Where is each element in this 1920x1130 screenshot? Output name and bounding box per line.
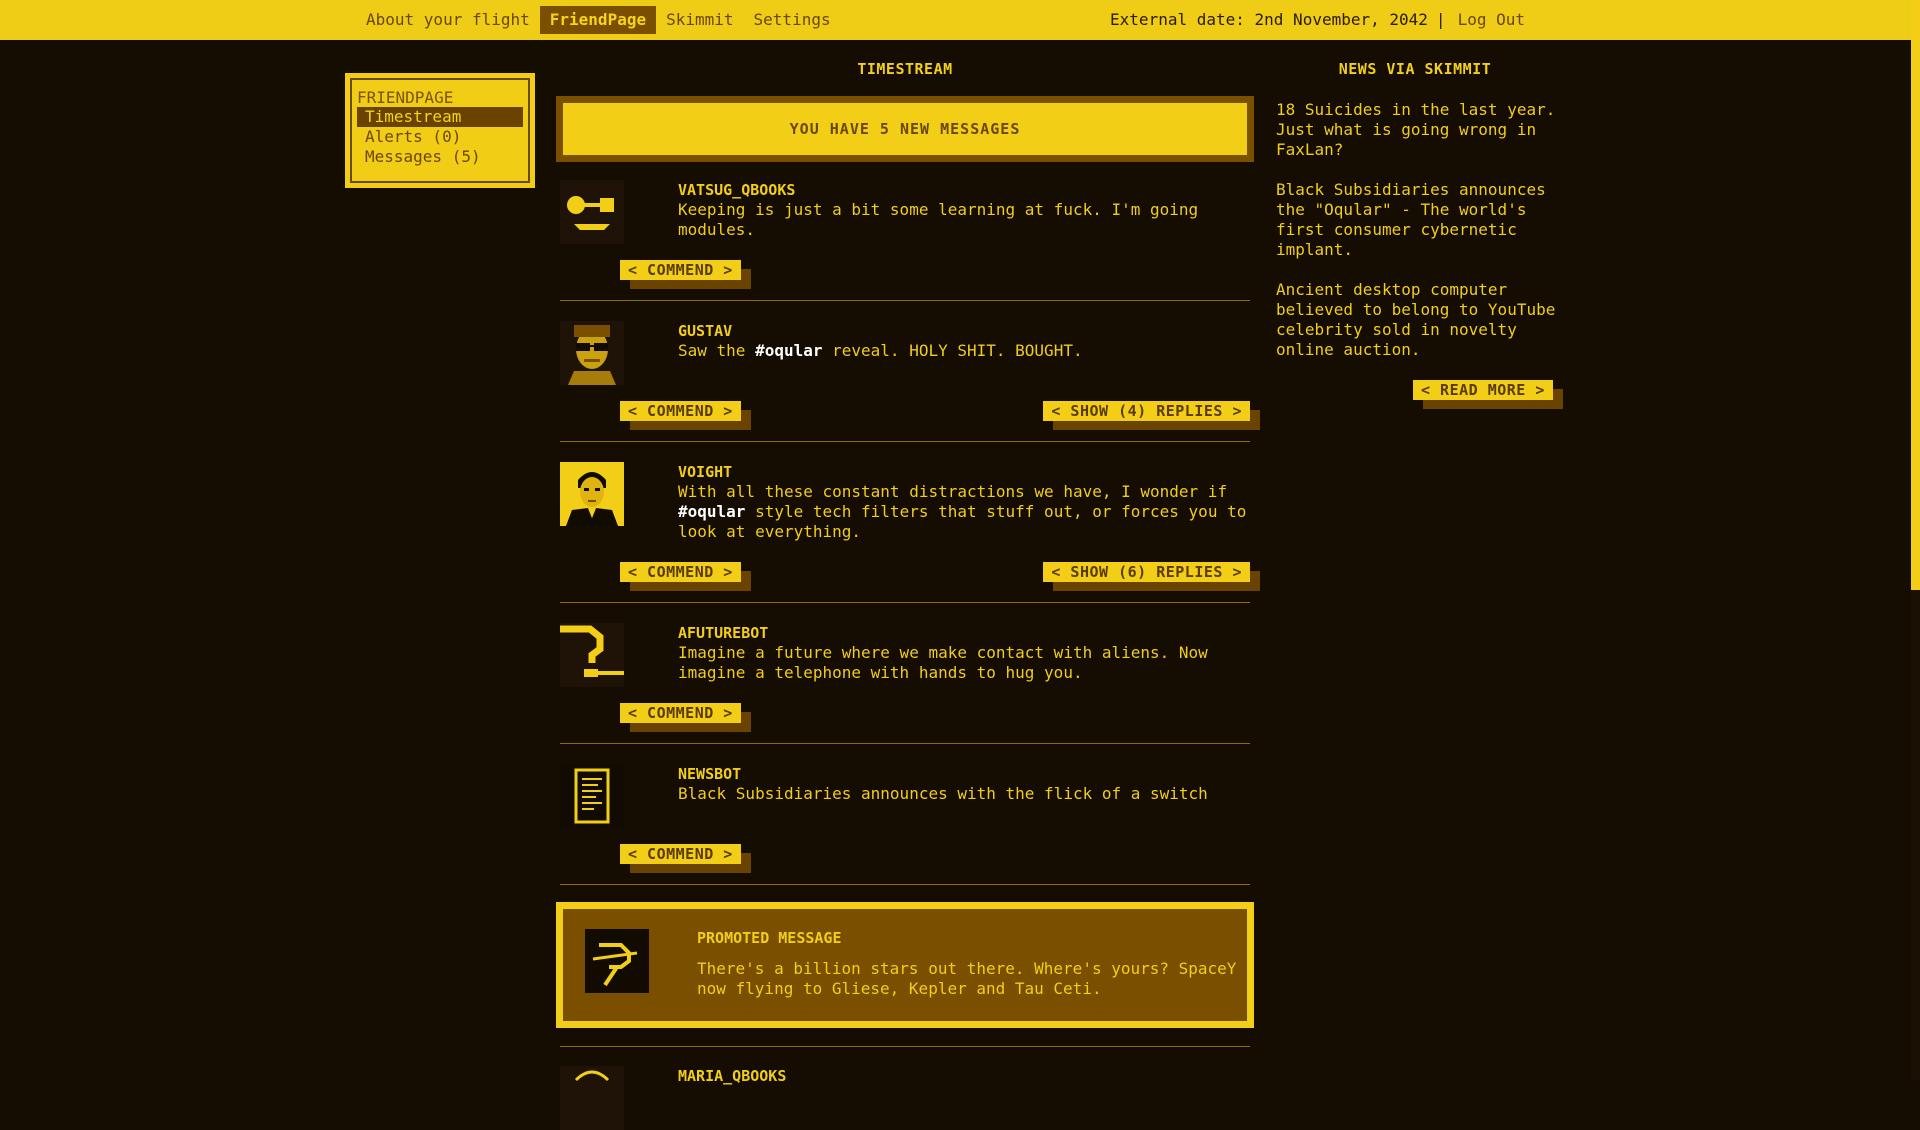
post-text: Saw the #oqular reveal. HOLY SHIT. BOUGH… — [678, 341, 1248, 361]
news-item[interactable]: 18 Suicides in the last year. Just what … — [1276, 100, 1566, 160]
spacey-logo-icon — [585, 929, 649, 993]
friendpage-menu: FRIENDPAGE Timestream Alerts (0) Message… — [345, 73, 535, 188]
menu-title: FRIENDPAGE — [357, 88, 454, 107]
post-text: With all these constant distractions we … — [678, 482, 1248, 542]
post-newsbot: NEWSBOT Black Subsidiaries announces wit… — [560, 764, 1250, 885]
read-more-button[interactable]: < READ MORE > — [1413, 380, 1563, 409]
new-messages-banner[interactable]: YOU HAVE 5 NEW MESSAGES — [556, 96, 1254, 162]
post-author[interactable]: GUSTAV — [678, 321, 732, 341]
post-text: Imagine a future where we make contact w… — [678, 643, 1208, 682]
nav-about-flight[interactable]: About your flight — [356, 6, 540, 34]
nav-skimmit[interactable]: Skimmit — [656, 6, 743, 34]
menu-item-messages[interactable]: Messages (5) — [357, 147, 523, 167]
post-vatsug-qbooks: VATSUG_QBOOKS Keeping is just a bit some… — [560, 180, 1250, 301]
comment-button[interactable]: < COMMEND > — [620, 401, 751, 430]
comment-button-wrap: < COMMEND > — [620, 401, 751, 430]
post-text: Black Subsidiaries announces with the fl… — [678, 784, 1208, 803]
logout-link[interactable]: Log Out — [1458, 6, 1525, 34]
comment-button[interactable]: < COMMEND > — [620, 260, 751, 289]
news-list: 18 Suicides in the last year. Just what … — [1276, 100, 1566, 380]
post-text-after: reveal. HOLY SHIT. BOUGHT. — [822, 341, 1083, 360]
promoted-text: There's a billion stars out there. Where… — [697, 959, 1237, 998]
topbar-right: External date: 2nd November, 2042 | Log … — [1110, 6, 1525, 34]
post-divider — [560, 1046, 1250, 1047]
scrollbar-thumb[interactable] — [1911, 40, 1920, 590]
comment-button-wrap: < COMMEND > — [620, 562, 751, 591]
man-portrait-icon[interactable] — [560, 462, 624, 526]
comment-button[interactable]: < COMMEND > — [620, 844, 751, 873]
nav-settings[interactable]: Settings — [744, 6, 841, 34]
replies-button-wrap: < SHOW (6) REPLIES > — [1043, 562, 1260, 591]
post-author[interactable]: NEWSBOT — [678, 764, 741, 784]
post-author[interactable]: AFUTUREBOT — [678, 623, 768, 643]
friendpage-menu-inner: FRIENDPAGE Timestream Alerts (0) Message… — [350, 78, 530, 183]
promoted-inner: PROMOTED MESSAGE There's a billion stars… — [561, 907, 1249, 1023]
post-afuturebot: AFUTUREBOT Imagine a future where we mak… — [560, 623, 1250, 744]
top-bar: About your flight FriendPage Skimmit Set… — [0, 0, 1911, 40]
nav-friendpage[interactable]: FriendPage — [539, 6, 657, 34]
external-date: External date: 2nd November, 2042 — [1110, 10, 1428, 29]
comment-button[interactable]: < COMMEND > — [620, 562, 751, 591]
page-scrollbar[interactable] — [1911, 0, 1920, 1080]
post-maria-qbooks: MARIA_QBOOKS — [560, 1066, 1250, 1130]
menu-item-timestream[interactable]: Timestream — [357, 107, 523, 127]
hashtag-link[interactable]: #oqular — [755, 341, 822, 360]
promoted-message[interactable]: PROMOTED MESSAGE There's a billion stars… — [556, 902, 1254, 1028]
timestream-title: TIMESTREAM — [857, 60, 953, 78]
question-mark-icon[interactable] — [560, 623, 624, 687]
post-text-after: style tech filters that stuff out, or fo… — [678, 502, 1247, 541]
avatar[interactable] — [560, 1066, 624, 1130]
news-item[interactable]: Black Subsidiaries announces the "Oqular… — [1276, 180, 1566, 260]
post-author[interactable]: VOIGHT — [678, 462, 732, 482]
promoted-title: PROMOTED MESSAGE — [697, 929, 842, 947]
comment-button-wrap: < COMMEND > — [620, 844, 751, 873]
document-icon[interactable] — [560, 764, 624, 828]
main-nav: About your flight FriendPage Skimmit Set… — [356, 6, 841, 34]
post-text: Keeping is just a bit some learning at f… — [678, 200, 1199, 239]
comment-button-wrap: < COMMEND > — [620, 703, 751, 732]
hashtag-link[interactable]: #oqular — [678, 502, 745, 521]
sunglasses-face-icon[interactable] — [560, 321, 624, 385]
menu-item-alerts[interactable]: Alerts (0) — [357, 127, 523, 147]
post-author[interactable]: MARIA_QBOOKS — [678, 1066, 786, 1086]
show-replies-button[interactable]: < SHOW (4) REPLIES > — [1043, 401, 1260, 430]
new-messages-text[interactable]: YOU HAVE 5 NEW MESSAGES — [561, 101, 1249, 157]
comment-button-wrap: < COMMEND > — [620, 260, 751, 289]
read-more-wrap: < READ MORE > — [1413, 380, 1563, 409]
news-title: NEWS VIA SKIMMIT — [1338, 60, 1492, 78]
topbar-separator: | — [1435, 10, 1446, 29]
replies-button-wrap: < SHOW (4) REPLIES > — [1043, 401, 1260, 430]
news-item[interactable]: Ancient desktop computer believed to bel… — [1276, 280, 1566, 360]
post-gustav: GUSTAV Saw the #oqular reveal. HOLY SHIT… — [560, 321, 1260, 442]
show-replies-button[interactable]: < SHOW (6) REPLIES > — [1043, 562, 1260, 591]
comment-button[interactable]: < COMMEND > — [620, 703, 751, 732]
key-icon[interactable] — [560, 180, 624, 244]
post-voight: VOIGHT With all these constant distracti… — [560, 462, 1260, 603]
post-text-before: With all these constant distractions we … — [678, 482, 1228, 501]
post-text-before: Saw the — [678, 341, 756, 360]
post-author[interactable]: VATSUG_QBOOKS — [678, 180, 795, 200]
